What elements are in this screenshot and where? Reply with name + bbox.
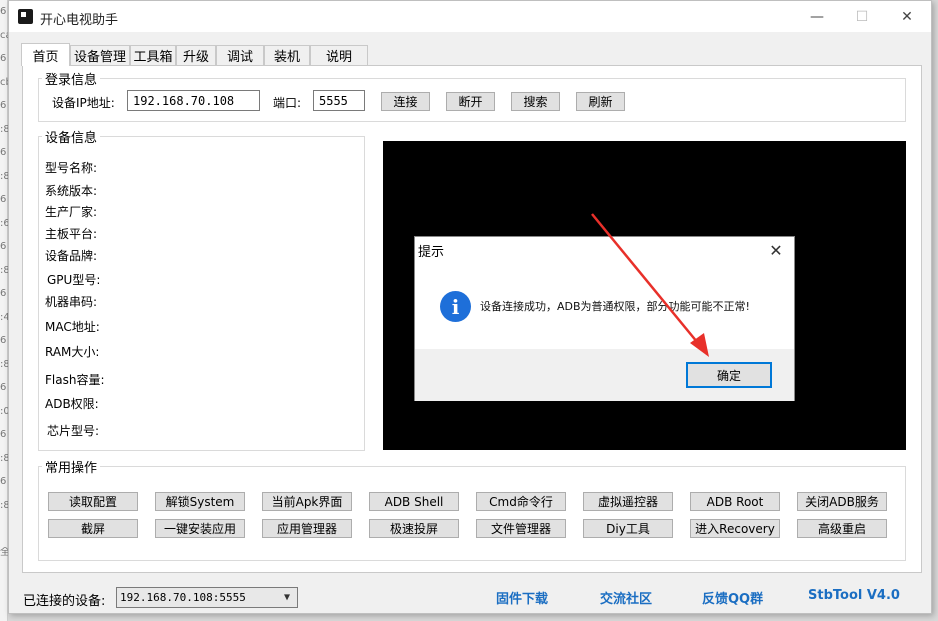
background-text-fragment: :0 <box>0 405 8 417</box>
tab-instructions[interactable]: 说明 <box>310 45 368 65</box>
device-brand-label: 设备品牌: <box>45 249 98 263</box>
background-text-fragment: 6 <box>0 476 7 487</box>
background-text-fragment: :8 <box>0 170 8 182</box>
manufacturer-label: 生产厂家: <box>45 205 98 219</box>
background-text-fragment: 6 <box>0 100 7 111</box>
ram-size-label: RAM大小: <box>45 345 100 359</box>
background-text-fragment: 6 <box>0 194 7 205</box>
gpu-model-label: GPU型号: <box>47 273 101 287</box>
background-text-fragment: 6 <box>0 147 7 158</box>
disconnect-button[interactable]: 断开 <box>446 92 495 111</box>
annotation-arrow-icon <box>591 213 709 357</box>
diy-tool-button[interactable]: Diy工具 <box>583 519 673 538</box>
background-text-fragment: :8 <box>0 264 8 276</box>
firmware-download-link[interactable]: 固件下载 <box>496 588 548 607</box>
flash-capacity-label: Flash容量: <box>45 373 105 387</box>
tab-upgrade[interactable]: 升级 <box>176 45 216 65</box>
ip-input[interactable]: 192.168.70.108 <box>127 90 260 111</box>
search-button[interactable]: 搜索 <box>511 92 560 111</box>
tab-toolbox[interactable]: 工具箱 <box>130 45 176 65</box>
close-button[interactable]: ✕ <box>884 1 930 32</box>
background-text-fragment: :6 <box>0 217 8 229</box>
system-version-label: 系统版本: <box>45 184 98 198</box>
background-text-fragment: 6 <box>0 53 7 64</box>
port-label: 端口: <box>273 96 302 110</box>
version-link[interactable]: StbTool V4.0 <box>808 588 900 603</box>
window-title: 开心电视助手 <box>40 13 119 28</box>
adb-permission-label: ADB权限: <box>45 397 99 411</box>
adb-root-button[interactable]: ADB Root <box>690 492 780 511</box>
ok-button[interactable]: 确定 <box>686 362 772 388</box>
background-text-fragment: :4 <box>0 311 8 323</box>
background-text-fragment: 6 <box>0 241 7 252</box>
connected-device-label: 已连接的设备: <box>23 594 106 609</box>
file-manager-button[interactable]: 文件管理器 <box>476 519 566 538</box>
enter-recovery-button[interactable]: 进入Recovery <box>690 519 780 538</box>
current-apk-button[interactable]: 当前Apk界面 <box>262 492 352 511</box>
feedback-qq-group-link[interactable]: 反馈QQ群 <box>702 588 763 607</box>
background-text-fragment: :8 <box>0 123 8 135</box>
background-text-fragment: cb <box>0 76 8 88</box>
advanced-reboot-button[interactable]: 高级重启 <box>797 519 887 538</box>
port-input[interactable]: 5555 <box>313 90 365 111</box>
cmd-button[interactable]: Cmd命令行 <box>476 492 566 511</box>
background-text-fragment: :8 <box>0 499 8 511</box>
tab-debug[interactable]: 调试 <box>216 45 264 65</box>
board-platform-label: 主板平台: <box>45 227 98 241</box>
background-window-strip: 6 ca 6 cb 6 :8 6 :8 6 :6 6 :8 6 :4 6 :8 6 :0 6 :8 6 :8 全 <box>0 0 8 621</box>
model-name-label: 型号名称: <box>45 161 98 175</box>
background-text-fragment: :8 <box>0 452 8 464</box>
ip-label: 设备IP地址: <box>52 96 115 110</box>
app-icon <box>18 9 33 24</box>
chip-model-label: 芯片型号: <box>47 424 100 438</box>
screenshot-button[interactable]: 截屏 <box>48 519 138 538</box>
common-ops-group <box>38 466 906 561</box>
serial-number-label: 机器串码: <box>45 295 98 309</box>
tab-device-management[interactable]: 设备管理 <box>70 45 130 65</box>
login-group-title: 登录信息 <box>42 69 101 88</box>
read-config-button[interactable]: 读取配置 <box>48 492 138 511</box>
mac-address-label: MAC地址: <box>45 320 100 334</box>
common-ops-group-title: 常用操作 <box>42 457 101 476</box>
virtual-remote-button[interactable]: 虚拟遥控器 <box>583 492 673 511</box>
background-text-fragment: 6 <box>0 382 7 393</box>
chevron-down-icon[interactable]: ▼ <box>280 590 294 605</box>
background-text-fragment: 6 <box>0 6 7 17</box>
background-text-fragment: :8 <box>0 358 8 370</box>
maximize-button[interactable]: ☐ <box>839 1 885 32</box>
connected-device-select[interactable]: 192.168.70.108:5555 ▼ <box>116 587 298 608</box>
background-text-fragment: 全 <box>0 546 8 558</box>
tab-home[interactable]: 首页 <box>21 43 70 66</box>
info-icon: i <box>440 291 471 322</box>
connected-device-value: 192.168.70.108:5555 <box>120 591 246 604</box>
refresh-button[interactable]: 刷新 <box>576 92 625 111</box>
background-text-fragment: 6 <box>0 288 7 299</box>
background-text-fragment: 6 <box>0 335 7 346</box>
one-click-install-button[interactable]: 一键安装应用 <box>155 519 245 538</box>
community-link[interactable]: 交流社区 <box>600 588 652 607</box>
device-info-group-title: 设备信息 <box>42 127 101 146</box>
title-bar: 开心电视助手 — ☐ ✕ <box>9 1 931 32</box>
tab-install[interactable]: 装机 <box>264 45 310 65</box>
background-text-fragment: ca <box>0 29 8 41</box>
connect-button[interactable]: 连接 <box>381 92 430 111</box>
adb-shell-button[interactable]: ADB Shell <box>369 492 459 511</box>
app-manager-button[interactable]: 应用管理器 <box>262 519 352 538</box>
fast-mirror-button[interactable]: 极速投屏 <box>369 519 459 538</box>
dialog-title: 提示 <box>418 245 445 260</box>
dialog-close-icon[interactable]: ✕ <box>764 239 788 261</box>
unlock-system-button[interactable]: 解锁System <box>155 492 245 511</box>
minimize-button[interactable]: — <box>794 1 840 32</box>
stop-adb-server-button[interactable]: 关闭ADB服务 <box>797 492 887 511</box>
background-text-fragment: 6 <box>0 429 7 440</box>
